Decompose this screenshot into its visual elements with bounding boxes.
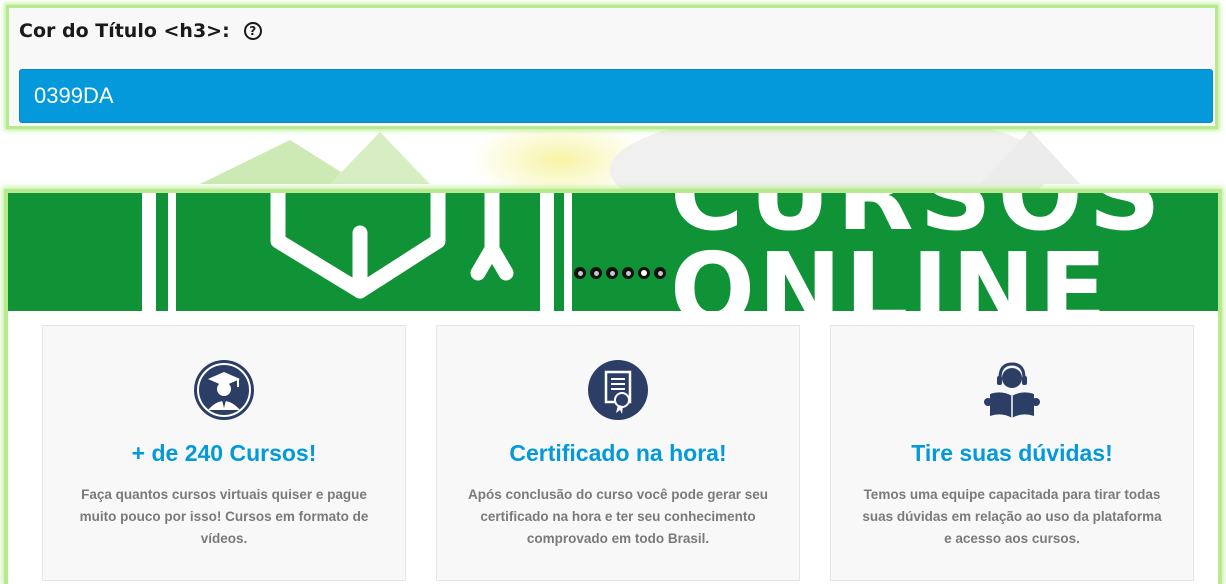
title-color-label-text: Cor do Título <h3>: [19, 20, 230, 42]
page-preview: CURSOS ONLINE + de 240 Cursos! Faça quan… [4, 189, 1222, 584]
feature-title: Certificado na hora! [509, 440, 727, 466]
carousel-dot[interactable] [606, 267, 618, 279]
carousel-dot[interactable] [574, 267, 586, 279]
title-color-setting: Cor do Título <h3>: ? [6, 5, 1218, 129]
feature-title: Tire suas dúvidas! [911, 440, 1113, 466]
carousel-dot[interactable] [622, 267, 634, 279]
title-color-label: Cor do Título <h3>: ? [19, 20, 262, 42]
certificate-icon [588, 360, 648, 420]
feature-card-certificate: Certificado na hora! Após conclusão do c… [436, 325, 800, 581]
support-reader-icon [984, 362, 1040, 418]
feature-description: Após conclusão do curso você pode gerar … [467, 487, 769, 546]
carousel-dot-active[interactable] [638, 267, 650, 279]
feature-card-support: Tire suas dúvidas! Temos uma equipe capa… [830, 325, 1194, 581]
feature-description: Faça quantos cursos virtuais quiser e pa… [79, 487, 369, 546]
graduate-icon [194, 360, 254, 420]
title-color-input[interactable] [19, 69, 1213, 123]
banner-carousel[interactable]: CURSOS ONLINE [8, 193, 1218, 311]
feature-description: Temos uma equipe capacitada para tirar t… [862, 487, 1162, 546]
carousel-indicators [574, 267, 666, 279]
feature-card-courses: + de 240 Cursos! Faça quantos cursos vir… [42, 325, 406, 581]
question-circle-icon[interactable]: ? [243, 22, 262, 40]
carousel-dot[interactable] [654, 267, 666, 279]
feature-title: + de 240 Cursos! [131, 440, 317, 466]
carousel-dot[interactable] [590, 267, 602, 279]
banner-title-line2: ONLINE [670, 231, 1110, 312]
